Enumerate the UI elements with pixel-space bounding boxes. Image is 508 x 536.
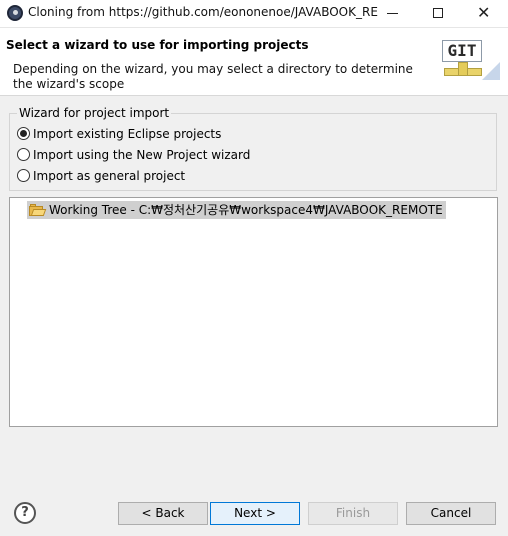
title-bar: Cloning from https://github.com/eononeno… [0,0,508,28]
folder-open-icon [29,203,47,216]
radio-unchecked-icon[interactable] [17,169,30,182]
maximize-button[interactable] [416,0,462,28]
minimize-icon [387,13,398,14]
page-description: Depending on the wizard, you may select … [13,62,413,91]
eclipse-icon [7,5,23,21]
cancel-button[interactable]: Cancel [406,502,496,525]
minimize-button[interactable] [370,0,416,28]
git-logo-corner [482,62,500,80]
radio-label: Import using the New Project wizard [33,148,251,162]
radio-import-general-project[interactable]: Import as general project [17,168,185,184]
page-title: Select a wizard to use for importing pro… [6,38,309,52]
window-title: Cloning from https://github.com/eononeno… [28,5,378,19]
close-button[interactable]: ✕ [462,0,508,28]
radio-unchecked-icon[interactable] [17,148,30,161]
next-button[interactable]: Next > [210,502,300,525]
back-button[interactable]: < Back [118,502,208,525]
radio-label: Import as general project [33,169,186,183]
working-tree-list[interactable]: Working Tree - C:₩정처산기공유₩workspace4₩JAVA… [9,197,498,427]
import-wizard-window: Cloning from https://github.com/eononeno… [0,0,508,536]
radio-label: Import existing Eclipse projects [33,127,222,141]
finish-button[interactable]: Finish [308,502,398,525]
close-icon: ✕ [477,3,491,22]
git-logo-icon: GIT [438,36,502,84]
tree-item-working-tree[interactable]: Working Tree - C:₩정처산기공유₩workspace4₩JAVA… [27,201,446,219]
maximize-icon [433,8,443,18]
wizard-group-legend: Wizard for project import [17,106,172,120]
radio-checked-icon[interactable] [17,127,30,140]
wizard-header: Select a wizard to use for importing pro… [0,28,508,96]
tree-item-label: Working Tree - C:₩정처산기공유₩workspace4₩JAVA… [49,203,443,217]
git-logo-text: GIT [442,40,482,62]
radio-import-new-project-wizard[interactable]: Import using the New Project wizard [17,147,250,163]
git-logo-pipe-joint [458,62,468,76]
help-button[interactable]: ? [14,502,36,524]
radio-import-existing[interactable]: Import existing Eclipse projects [17,126,221,142]
